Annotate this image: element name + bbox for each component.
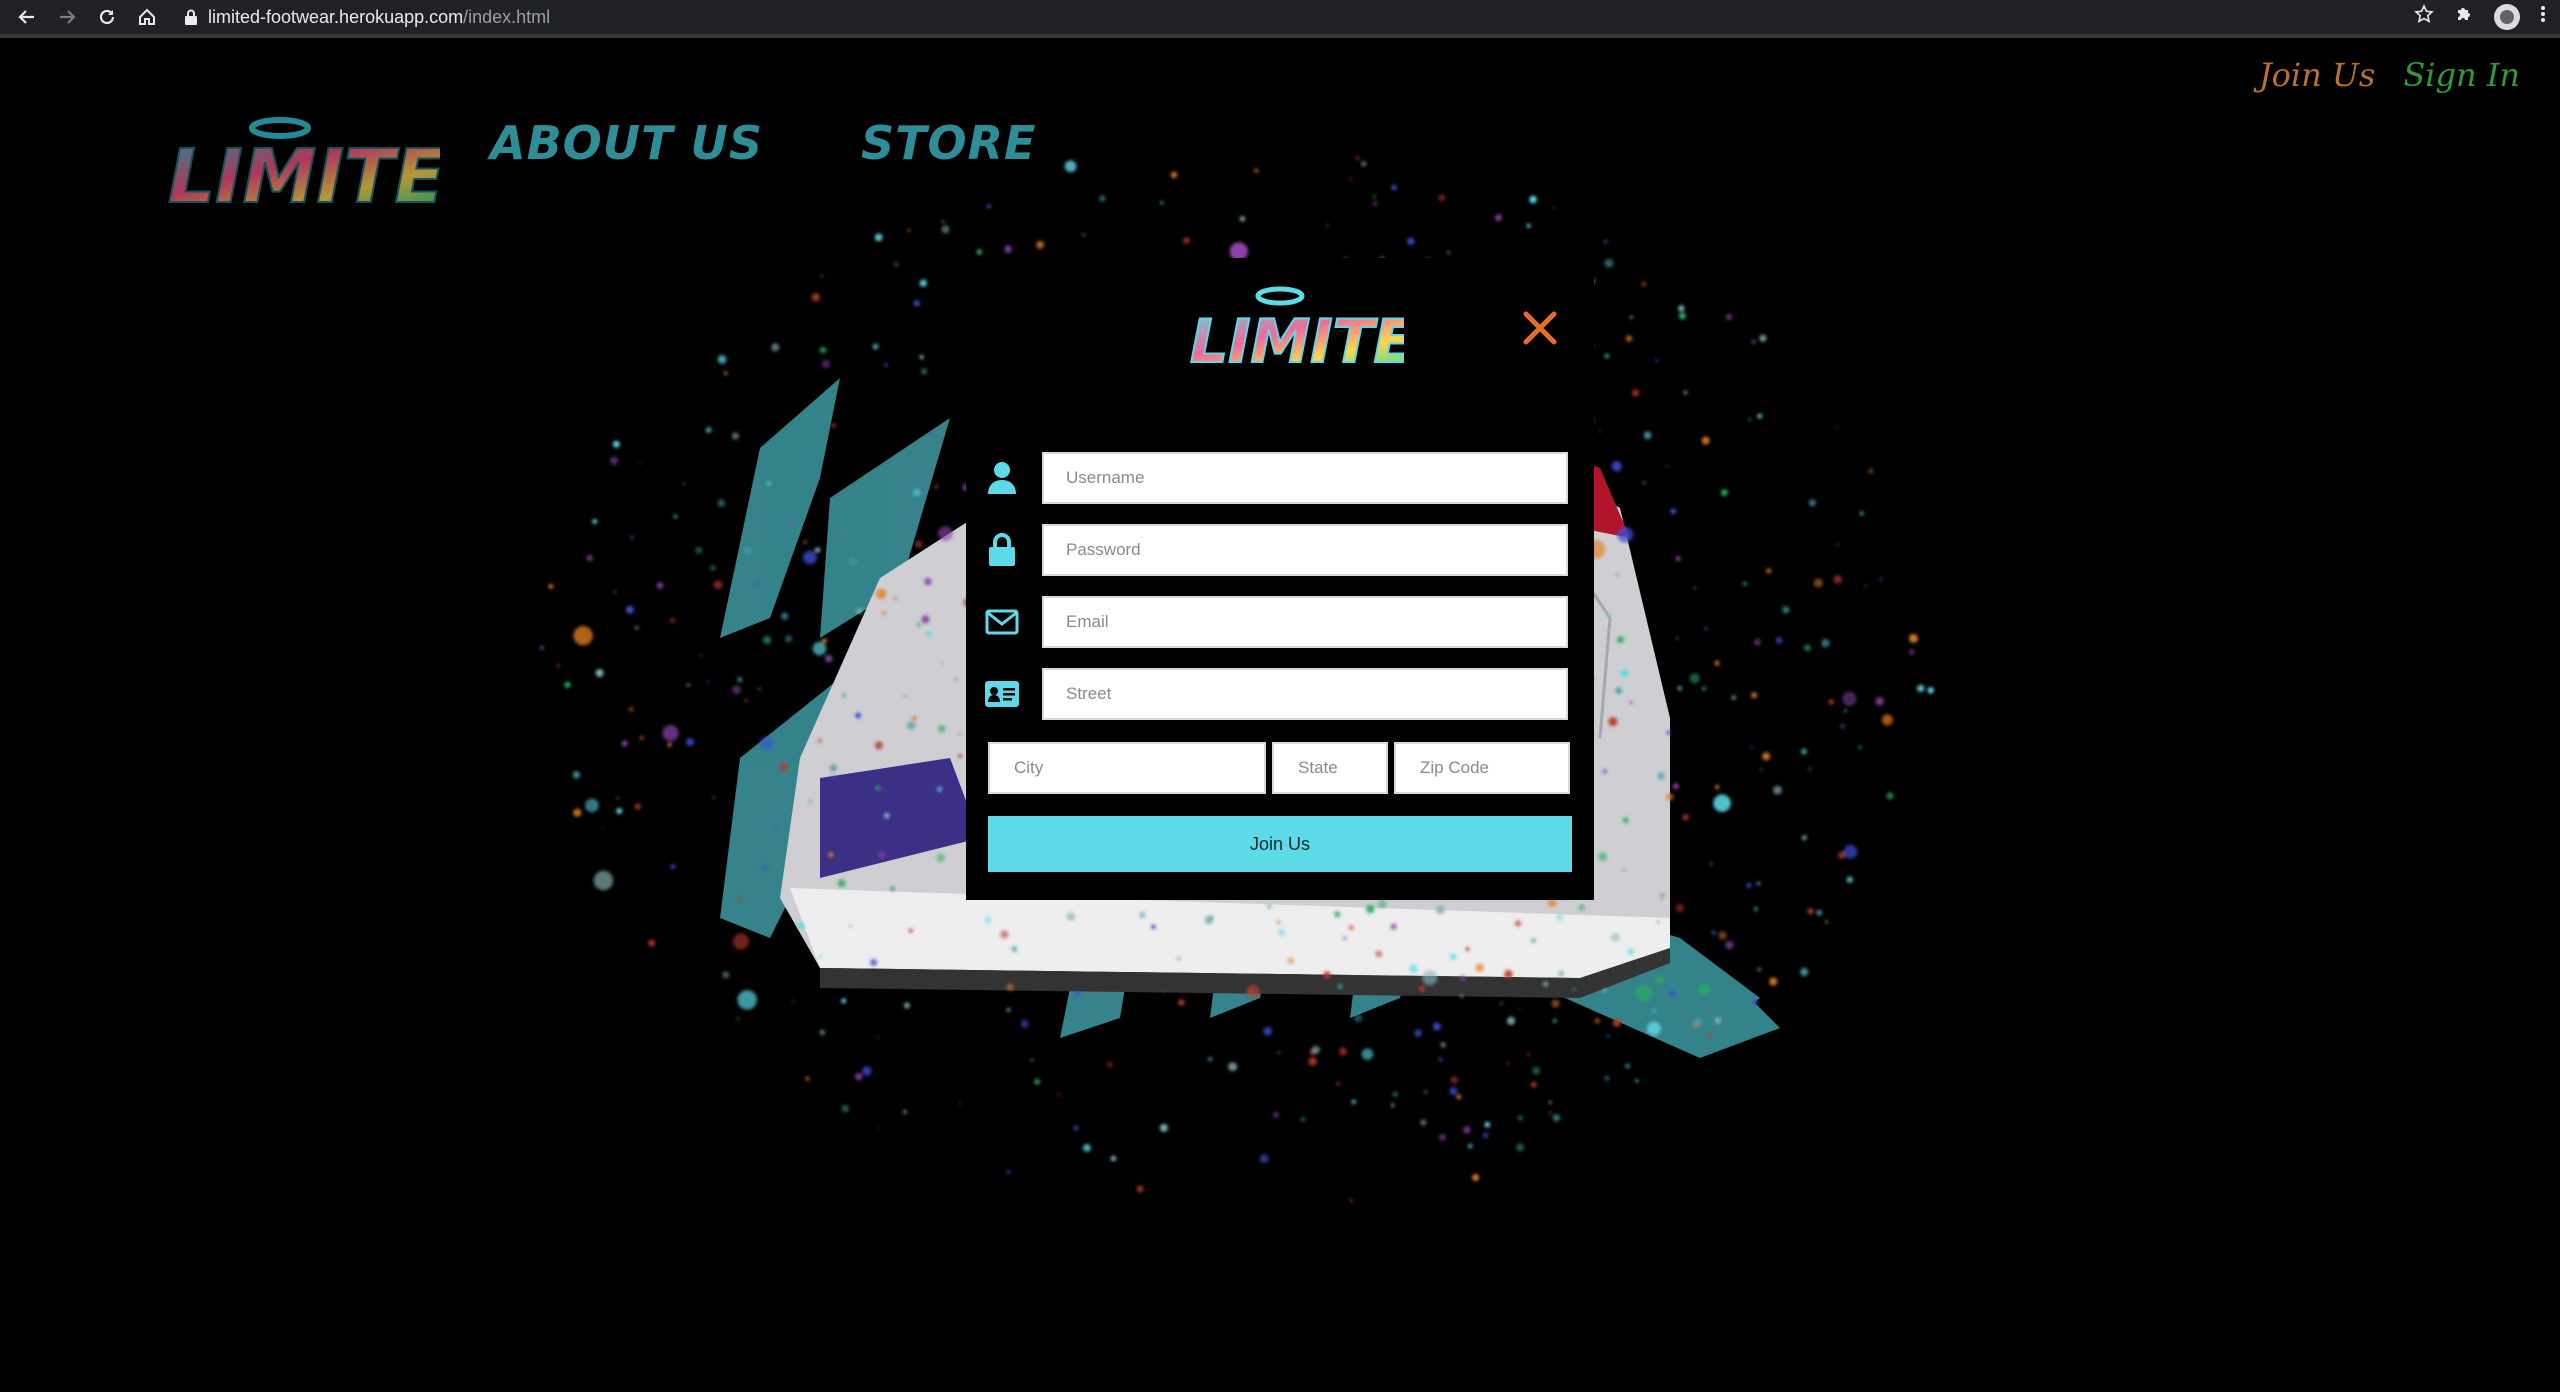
- username-input[interactable]: [1042, 452, 1568, 504]
- back-arrow-icon[interactable]: [14, 4, 40, 30]
- join-us-button[interactable]: Join Us: [988, 816, 1572, 872]
- home-icon[interactable]: [134, 4, 160, 30]
- join-us-link[interactable]: Join Us: [2259, 56, 2376, 94]
- main-nav: ABOUT US STORE: [490, 116, 1036, 170]
- profile-avatar[interactable]: [2494, 4, 2520, 30]
- address-bar[interactable]: limited-footwear.herokuapp.com/index.htm…: [184, 4, 550, 30]
- site-logo[interactable]: LIMITED: [160, 110, 440, 230]
- puzzle-icon[interactable]: [2454, 4, 2474, 30]
- street-row: [982, 668, 1568, 720]
- lock-icon: [982, 530, 1022, 570]
- username-row: [982, 452, 1568, 504]
- browser-toolbar: limited-footwear.herokuapp.com/index.htm…: [0, 0, 2560, 38]
- city-input[interactable]: [988, 742, 1266, 794]
- street-input[interactable]: [1042, 668, 1568, 720]
- nav-about-us[interactable]: ABOUT US: [490, 116, 763, 170]
- password-input[interactable]: [1042, 524, 1568, 576]
- password-row: [982, 524, 1568, 576]
- envelope-icon: [982, 602, 1022, 642]
- menu-kebab-icon[interactable]: [2540, 4, 2546, 30]
- address-card-icon: [982, 674, 1022, 714]
- join-modal: LIMITED: [966, 258, 1594, 900]
- page-body: Join Us Sign In LIMITED ABOUT US STORE: [0, 38, 2560, 1392]
- nav-store[interactable]: STORE: [861, 116, 1036, 170]
- lock-icon: [185, 9, 197, 25]
- url-host: limited-footwear.herokuapp.com: [208, 6, 464, 27]
- site-logo-text: LIMITED: [168, 134, 440, 220]
- city-state-zip-row: [988, 742, 1570, 794]
- modal-logo-text: LIMITED: [1190, 307, 1404, 377]
- user-icon: [982, 458, 1022, 498]
- sign-in-link[interactable]: Sign In: [2403, 56, 2520, 94]
- modal-logo: LIMITED: [1189, 286, 1404, 378]
- star-icon[interactable]: [2414, 4, 2434, 30]
- state-input[interactable]: [1272, 742, 1388, 794]
- url-path: /index.html: [463, 6, 551, 27]
- zip-code-input[interactable]: [1394, 742, 1570, 794]
- close-icon[interactable]: [1520, 308, 1560, 348]
- email-row: [982, 596, 1568, 648]
- email-input[interactable]: [1042, 596, 1568, 648]
- reload-icon[interactable]: [94, 4, 120, 30]
- forward-arrow-icon[interactable]: [54, 4, 80, 30]
